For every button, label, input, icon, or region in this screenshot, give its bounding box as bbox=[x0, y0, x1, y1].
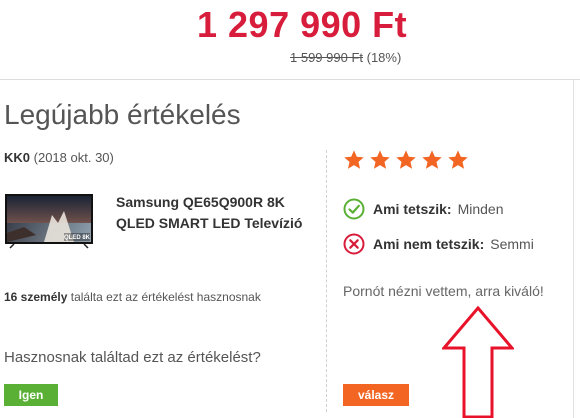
helpful-count: 16 személy bbox=[4, 290, 68, 304]
dislikes-value: Semmi bbox=[490, 236, 534, 252]
product-name[interactable]: Samsung QE65Q900R 8K QLED SMART LED Tele… bbox=[116, 192, 316, 234]
rating-stars bbox=[343, 149, 469, 171]
star-icon bbox=[344, 150, 364, 169]
likes-row: Ami tetszik: Minden bbox=[343, 198, 504, 220]
star-icon bbox=[422, 150, 442, 169]
reviewer-line: KK0 (2018 okt. 30) bbox=[4, 150, 114, 165]
star-icon bbox=[396, 150, 416, 169]
yes-button[interactable]: Igen bbox=[4, 384, 58, 406]
check-circle-icon bbox=[343, 198, 365, 220]
product-image[interactable]: QLED 8K bbox=[4, 193, 94, 249]
helpful-count-suffix: találta ezt az értékelést hasznosnak bbox=[70, 290, 261, 304]
star-icon bbox=[370, 150, 390, 169]
up-arrow-annotation bbox=[442, 306, 514, 418]
price-area: 1 297 990 Ft 1 599 990 Ft (18%) bbox=[0, 0, 580, 80]
review-date: (2018 okt. 30) bbox=[33, 150, 114, 165]
helpful-question: Hasznosnak találtad ezt az értékelést? bbox=[4, 349, 261, 366]
reply-button[interactable]: válasz bbox=[343, 384, 409, 406]
helpful-count-line: 16 személy találta ezt az értékelést has… bbox=[4, 290, 261, 304]
star-icon bbox=[448, 150, 468, 169]
dislikes-row: Ami nem tetszik: Semmi bbox=[343, 233, 534, 255]
likes-label: Ami tetszik: bbox=[373, 201, 452, 217]
section-title: Legújabb értékelés bbox=[4, 99, 241, 130]
review-text: Pornót nézni vettem, arra kiváló! bbox=[343, 283, 544, 299]
discount-percent: (18%) bbox=[366, 50, 402, 65]
dislikes-label: Ami nem tetszik: bbox=[373, 236, 485, 252]
old-price: 1 599 990 Ft bbox=[290, 50, 363, 65]
top-divider bbox=[0, 79, 580, 80]
old-price-line: 1 599 990 Ft (18%) bbox=[290, 50, 401, 65]
likes-value: Minden bbox=[457, 201, 504, 217]
reviewer-name[interactable]: KK0 bbox=[4, 150, 30, 165]
column-divider bbox=[326, 150, 328, 412]
product-image-badge: QLED 8K bbox=[64, 235, 91, 241]
x-circle-icon bbox=[343, 233, 365, 255]
right-border bbox=[573, 80, 574, 418]
current-price: 1 297 990 Ft bbox=[197, 4, 408, 45]
